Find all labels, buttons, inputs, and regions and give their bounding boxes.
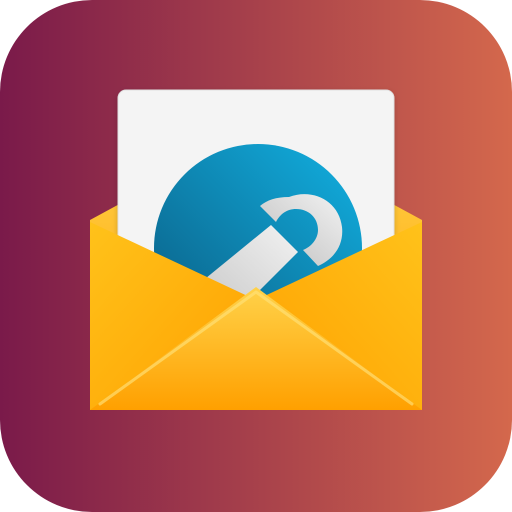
app-icon-artwork [0,0,512,512]
mail-settings-app-icon[interactable] [0,0,512,512]
